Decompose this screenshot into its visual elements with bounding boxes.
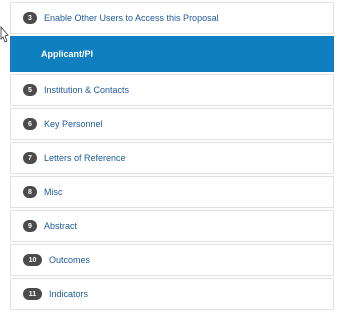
step-number-badge: 3 — [23, 12, 37, 24]
nav-item-label: Misc — [44, 187, 63, 197]
step-number-badge: 8 — [23, 186, 37, 198]
nav-item-label: Key Personnel — [44, 119, 103, 129]
nav-item-label: Enable Other Users to Access this Propos… — [44, 13, 219, 23]
step-number-badge: 11 — [23, 288, 42, 300]
step-number-badge: 9 — [23, 220, 37, 232]
nav-item-enable-users[interactable]: 3 Enable Other Users to Access this Prop… — [10, 2, 334, 34]
nav-item-label: Letters of Reference — [44, 153, 126, 163]
nav-item-letters-of-reference[interactable]: 7 Letters of Reference — [10, 142, 334, 174]
nav-item-label: Abstract — [44, 221, 78, 231]
nav-item-abstract[interactable]: 9 Abstract — [10, 210, 334, 242]
nav-item-label: Applicant/PI — [41, 49, 94, 59]
nav-item-label: Institution & Contacts — [44, 85, 130, 95]
nav-item-key-personnel[interactable]: 6 Key Personnel — [10, 108, 334, 140]
step-number-badge: 7 — [23, 152, 37, 164]
nav-item-label: Outcomes — [49, 255, 91, 265]
mouse-cursor-icon — [0, 26, 9, 43]
nav-item-applicant-pi[interactable]: Applicant/PI — [10, 36, 334, 72]
nav-item-outcomes[interactable]: 10 Outcomes — [10, 244, 334, 276]
nav-item-misc[interactable]: 8 Misc — [10, 176, 334, 208]
nav-item-label: Indicators — [49, 289, 89, 299]
step-number-badge: 6 — [23, 118, 37, 130]
proposal-steps-nav: 3 Enable Other Users to Access this Prop… — [10, 2, 334, 312]
nav-item-institution-contacts[interactable]: 5 Institution & Contacts — [10, 74, 334, 106]
step-number-badge: 10 — [23, 254, 42, 266]
step-number-badge: 5 — [23, 84, 37, 96]
nav-item-indicators[interactable]: 11 Indicators — [10, 278, 334, 310]
